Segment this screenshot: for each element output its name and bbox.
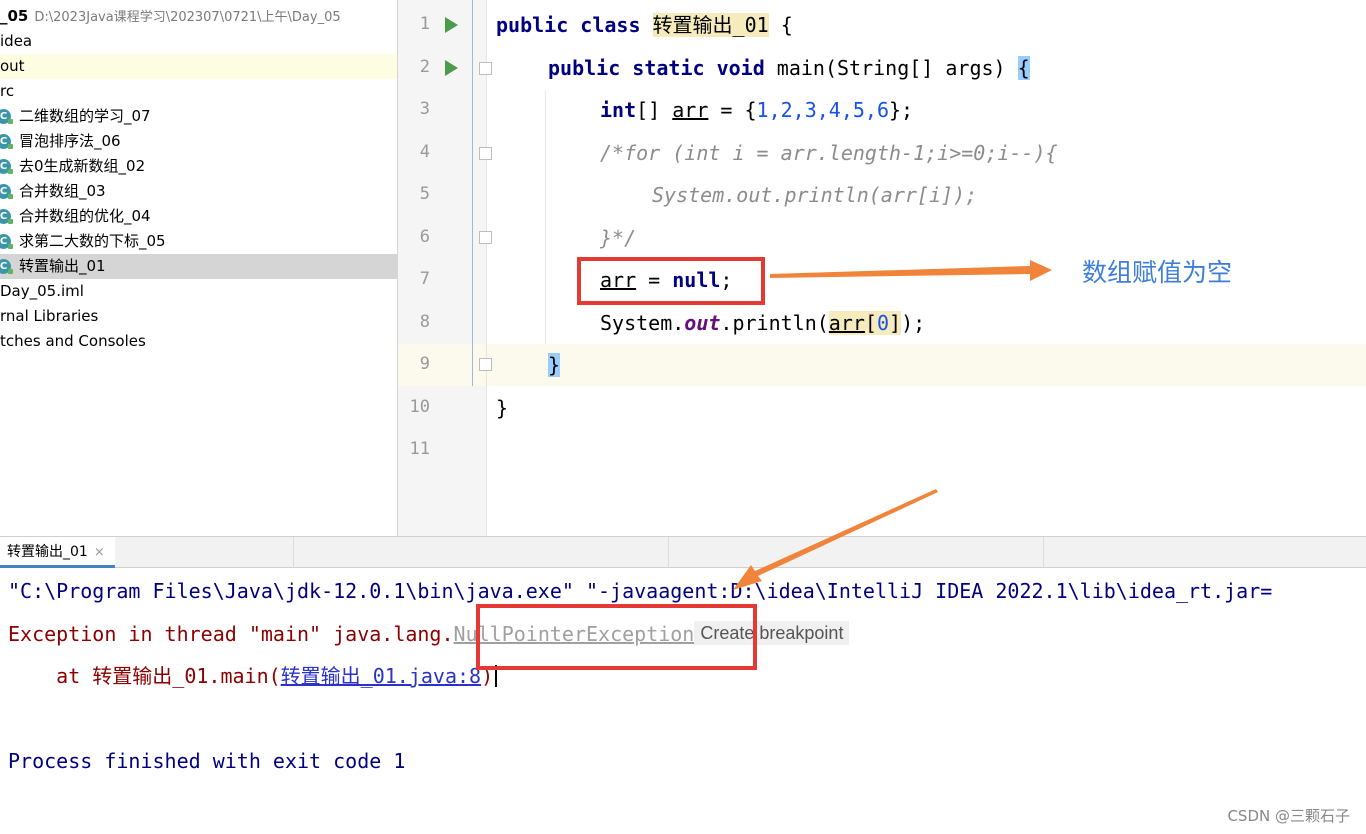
code-line-8: System.out.println(arr[0]); xyxy=(600,311,926,335)
run-tab[interactable]: 转置输出_01 × xyxy=(0,537,115,568)
java-class-icon: C xyxy=(0,259,13,274)
java-class-icon: C xyxy=(0,109,13,124)
matched-brace: } xyxy=(548,353,561,377)
fold-marker-icon[interactable] xyxy=(479,231,492,244)
tree-item-label: out xyxy=(0,57,25,75)
tree-item-class[interactable]: C 合并数组_03 xyxy=(0,179,397,204)
fold-marker-icon[interactable] xyxy=(479,147,492,160)
line-number: 6 xyxy=(419,227,430,247)
tree-item-class-selected[interactable]: C 转置输出_01 xyxy=(0,254,397,279)
tree-item-src[interactable]: rc xyxy=(0,79,397,104)
tab-divider xyxy=(1043,537,1044,568)
java-class-icon: C xyxy=(0,184,13,199)
line-number: 4 xyxy=(419,142,430,162)
run-tool-window-tabs: 转置输出_01 × xyxy=(0,536,1366,568)
java-class-icon: C xyxy=(0,234,13,249)
line-number: 9 xyxy=(419,354,430,374)
gutter-separator xyxy=(486,0,487,536)
console-exit-line: Process finished with exit code 1 xyxy=(8,749,406,773)
tree-item-label: 求第二大数的下标_05 xyxy=(19,232,166,250)
java-class-icon: C xyxy=(0,159,13,174)
code-line-1: public class 转置输出_01 { xyxy=(496,13,793,37)
project-tool-window: _05 D:\2023Java课程学习\202307\0721\上午\Day_05… xyxy=(0,0,398,536)
fold-marker-icon[interactable] xyxy=(479,358,492,371)
run-main-icon[interactable] xyxy=(445,60,458,76)
project-root-name: _05 xyxy=(0,7,29,25)
code-line-2: public static void main(String[] args) { xyxy=(548,56,1030,80)
tab-divider xyxy=(293,537,294,568)
tree-item-class[interactable]: C 冒泡排序法_06 xyxy=(0,129,397,154)
line-number: 1 xyxy=(419,14,430,34)
tree-item-iml[interactable]: Day_05.iml xyxy=(0,279,397,304)
line-number: 7 xyxy=(419,269,430,289)
tree-item-label: 冒泡排序法_06 xyxy=(19,132,121,150)
tree-item-class[interactable]: C 去0生成新数组_02 xyxy=(0,154,397,179)
code-line-6: }*/ xyxy=(600,226,637,250)
indent-guide xyxy=(545,90,546,345)
code-line-5: System.out.println(arr[i]); xyxy=(652,183,978,207)
java-class-icon: C xyxy=(0,209,13,224)
annotation-box-npe xyxy=(476,604,757,670)
code-line-3: int[] arr = {1,2,3,4,5,6}; xyxy=(600,98,914,122)
project-root-path: D:\2023Java课程学习\202307\0721\上午\Day_05 xyxy=(34,10,341,25)
tree-item-label: 转置输出_01 xyxy=(19,257,106,275)
tree-item-out[interactable]: out xyxy=(0,54,397,79)
matched-brace: { xyxy=(1017,56,1030,80)
run-class-icon[interactable] xyxy=(445,17,458,33)
tree-item-class[interactable]: C 合并数组的优化_04 xyxy=(0,204,397,229)
gutter-change-marker xyxy=(472,0,473,386)
tree-item-label: 合并数组_03 xyxy=(19,182,106,200)
project-root-row[interactable]: _05 D:\2023Java课程学习\202307\0721\上午\Day_05 xyxy=(0,4,397,29)
run-tab-label: 转置输出_01 xyxy=(7,544,88,560)
tree-item-label: 二维数组的学习_07 xyxy=(19,107,151,125)
fold-marker-icon[interactable] xyxy=(479,62,492,75)
line-number: 2 xyxy=(419,57,430,77)
line-number: 5 xyxy=(419,184,430,204)
stacktrace-source-link[interactable]: 转置输出_01.java:8 xyxy=(281,664,481,688)
console-command-line: "C:\Program Files\Java\jdk-12.0.1\bin\ja… xyxy=(8,579,1273,603)
tree-item-label: tches and Consoles xyxy=(0,332,146,350)
close-icon[interactable]: × xyxy=(94,545,105,560)
class-name-highlight: 转置输出_01 xyxy=(652,13,769,37)
line-number: 8 xyxy=(419,312,430,332)
tree-item-label: 去0生成新数组_02 xyxy=(19,157,146,175)
tree-item-scratches[interactable]: tches and Consoles xyxy=(0,329,397,354)
tree-item-label: Day_05.iml xyxy=(0,282,84,300)
tree-item-class[interactable]: C 二维数组的学习_07 xyxy=(0,104,397,129)
code-line-4: /*for (int i = arr.length-1;i>=0;i--){ xyxy=(600,141,1058,165)
line-number: 11 xyxy=(409,439,430,459)
tree-item-label: rc xyxy=(0,82,15,100)
code-line-9: } xyxy=(548,344,561,386)
current-line-highlight xyxy=(398,344,1366,386)
java-class-icon: C xyxy=(0,134,13,149)
code-line-10: } xyxy=(496,396,509,420)
annotation-box-null-assign xyxy=(577,257,765,305)
tree-item-label: idea xyxy=(0,32,33,50)
csdn-watermark: CSDN @三颗石子 xyxy=(1227,807,1350,825)
tree-item-external-libraries[interactable]: rnal Libraries xyxy=(0,304,397,329)
console-stack-line: at 转置输出_01.main(转置输出_01.java:8) xyxy=(8,661,498,691)
tree-item-label: rnal Libraries xyxy=(0,307,99,325)
tree-item-idea[interactable]: idea xyxy=(0,29,397,54)
line-number: 3 xyxy=(419,99,430,119)
tab-divider xyxy=(668,537,669,568)
annotation-label: 数组赋值为空 xyxy=(1082,258,1233,287)
tree-item-label: 合并数组的优化_04 xyxy=(19,207,151,225)
tree-item-class[interactable]: C 求第二大数的下标_05 xyxy=(0,229,397,254)
line-number: 10 xyxy=(409,397,430,417)
